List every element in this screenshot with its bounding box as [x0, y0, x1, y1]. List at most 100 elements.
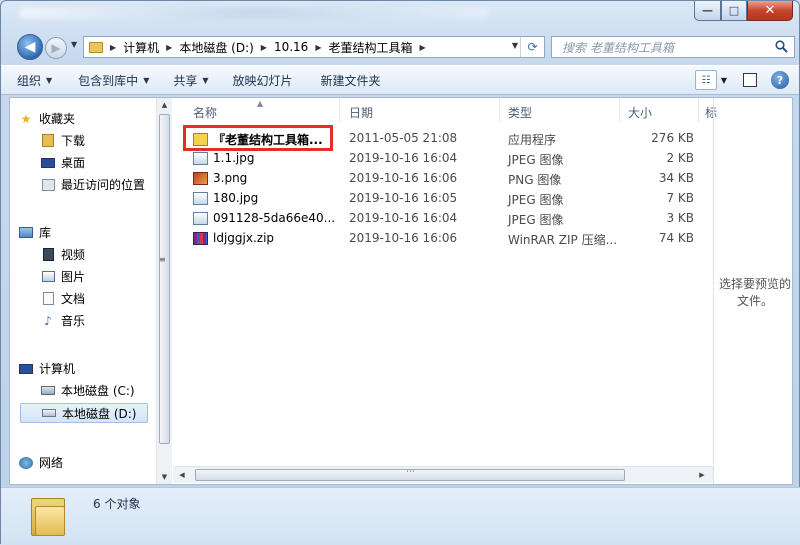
view-options-icon[interactable]: ☷: [695, 70, 717, 90]
file-name[interactable]: 091128-5da66e40...: [193, 211, 335, 225]
breadcrumb-drive-d[interactable]: 本地磁盘 (D:): [179, 39, 253, 56]
include-in-library-menu[interactable]: 包含到库中 ▼: [78, 72, 149, 89]
address-bar[interactable]: ▶ 计算机 ▶ 本地磁盘 (D:) ▶ 10.16 ▶ 老董结构工具箱 ▶ ▼ …: [83, 36, 545, 58]
file-size: 2 KB: [666, 151, 694, 165]
content-area: ★ 收藏夹 下载 桌面 最近访问的位置 库 视频 图片 文档 ♪ 音乐 计算机 …: [9, 97, 793, 485]
sidebar-item-music[interactable]: ♪ 音乐: [40, 312, 85, 329]
drive-icon: [41, 406, 57, 420]
desktop-icon: [40, 156, 56, 170]
sidebar-item-documents[interactable]: 文档: [40, 290, 85, 307]
highlight-box: [183, 125, 333, 151]
computer-icon: [18, 362, 34, 376]
documents-icon: [40, 292, 56, 306]
column-divider[interactable]: [698, 98, 699, 122]
item-count: 6 个对象: [93, 497, 141, 511]
navigation-bar: ◀ ▶ ▼ ▶ 计算机 ▶ 本地磁盘 (D:) ▶ 10.16 ▶ 老董结构工具…: [1, 31, 799, 63]
forward-button[interactable]: ▶: [45, 37, 67, 59]
breadcrumb-computer[interactable]: 计算机: [123, 39, 159, 56]
recent-places-icon: [40, 178, 56, 192]
back-button[interactable]: ◀: [17, 34, 43, 60]
star-icon: ★: [20, 111, 32, 126]
file-name[interactable]: ldjggjx.zip: [193, 231, 274, 245]
share-menu[interactable]: 共享 ▼: [173, 72, 208, 89]
column-date[interactable]: 日期: [349, 104, 373, 121]
file-row[interactable]: ldjggjx.zip 2019-10-16 16:06 WinRAR ZIP …: [173, 228, 713, 248]
column-divider[interactable]: [619, 98, 620, 122]
file-row[interactable]: 3.png 2019-10-16 16:06 PNG 图像 34 KB: [173, 168, 713, 188]
file-date: 2011-05-05 21:08: [349, 131, 458, 145]
scrollbar-grip: ⋯: [406, 467, 416, 477]
pictures-icon: [40, 270, 56, 284]
png-icon: [193, 171, 208, 185]
scrollbar-grip: ≡: [159, 255, 166, 264]
file-type: 应用程序: [508, 133, 557, 147]
organize-menu[interactable]: 组织 ▼: [17, 72, 52, 89]
recent-pages-dropdown[interactable]: ▼: [71, 40, 77, 49]
file-row[interactable]: 1.1.jpg 2019-10-16 16:04 JPEG 图像 2 KB: [173, 148, 713, 168]
horizontal-scrollbar[interactable]: ◀ ⋯ ▶: [173, 466, 713, 483]
sidebar-item-videos[interactable]: 视频: [40, 246, 85, 263]
sidebar-item-downloads[interactable]: 下载: [40, 132, 85, 149]
slideshow-button[interactable]: 放映幻灯片: [233, 72, 293, 89]
title-bar[interactable]: — □ ✕: [1, 1, 799, 29]
navigation-pane: ★ 收藏夹 下载 桌面 最近访问的位置 库 视频 图片 文档 ♪ 音乐 计算机 …: [10, 98, 156, 484]
sidebar-item-drive-d[interactable]: 本地磁盘 (D:): [20, 403, 148, 423]
breadcrumb-current-folder[interactable]: 老董结构工具箱: [328, 39, 412, 56]
new-folder-button[interactable]: 新建文件夹: [321, 72, 381, 89]
sidebar-item-drive-c[interactable]: 本地磁盘 (C:): [40, 382, 135, 399]
file-date: 2019-10-16 16:05: [349, 191, 458, 205]
refresh-icon[interactable]: ⟳: [520, 37, 544, 57]
scroll-right-arrow[interactable]: ▶: [695, 467, 709, 483]
sidebar-item-recent[interactable]: 最近访问的位置: [40, 176, 145, 193]
file-row[interactable]: 180.jpg 2019-10-16 16:05 JPEG 图像 7 KB: [173, 188, 713, 208]
zip-icon: [193, 231, 208, 245]
scrollbar-thumb[interactable]: ⋯: [195, 467, 625, 481]
scroll-down-arrow[interactable]: ▼: [157, 470, 172, 484]
search-icon[interactable]: [775, 40, 788, 56]
address-dropdown[interactable]: ▼: [512, 41, 518, 50]
chevron-right-icon[interactable]: ▶: [419, 43, 425, 52]
sidebar-item-network[interactable]: 网络: [18, 454, 63, 471]
sidebar-item-pictures[interactable]: 图片: [40, 268, 85, 285]
scroll-up-arrow[interactable]: ▲: [157, 98, 172, 112]
image-icon: [193, 191, 208, 205]
column-type[interactable]: 类型: [508, 104, 532, 121]
file-type: JPEG 图像: [508, 193, 564, 207]
column-divider[interactable]: [499, 98, 500, 122]
file-name[interactable]: 3.png: [193, 171, 247, 185]
file-date: 2019-10-16 16:06: [349, 171, 458, 185]
chevron-right-icon[interactable]: ▶: [315, 43, 321, 52]
scrollbar-thumb[interactable]: [159, 114, 170, 444]
column-divider[interactable]: [339, 98, 340, 122]
chevron-right-icon[interactable]: ▶: [261, 43, 267, 52]
preview-pane: 选择要预览的 文件。: [713, 98, 793, 484]
file-type: JPEG 图像: [508, 213, 564, 227]
search-input[interactable]: 搜索 老董结构工具箱: [551, 36, 795, 58]
sidebar-item-desktop[interactable]: 桌面: [40, 154, 85, 171]
sidebar-item-favorites[interactable]: ★ 收藏夹: [18, 110, 75, 127]
close-button[interactable]: ✕: [747, 1, 793, 21]
chevron-right-icon[interactable]: ▶: [110, 43, 116, 52]
music-icon: ♪: [44, 313, 52, 328]
file-name[interactable]: 180.jpg: [193, 191, 258, 205]
chevron-right-icon[interactable]: ▶: [166, 43, 172, 52]
sidebar-scrollbar[interactable]: ▲ ≡ ▼: [156, 98, 172, 484]
file-row[interactable]: 091128-5da66e40... 2019-10-16 16:04 JPEG…: [173, 208, 713, 228]
help-icon[interactable]: ?: [771, 71, 789, 89]
image-icon: [193, 211, 208, 225]
column-header: 名称 ▲ 日期 类型 大小 标: [173, 98, 717, 122]
maximize-button[interactable]: □: [721, 1, 747, 21]
sidebar-item-libraries[interactable]: 库: [18, 224, 51, 241]
minimize-button[interactable]: —: [694, 1, 721, 21]
scroll-left-arrow[interactable]: ◀: [175, 467, 189, 483]
file-name[interactable]: 1.1.jpg: [193, 151, 254, 165]
folder-icon: [89, 41, 103, 53]
sidebar-item-computer[interactable]: 计算机: [18, 360, 75, 377]
preview-pane-icon[interactable]: [743, 73, 757, 87]
network-icon: [18, 456, 34, 470]
view-dropdown[interactable]: ▼: [717, 70, 731, 90]
breadcrumb-folder-1016[interactable]: 10.16: [274, 40, 308, 54]
column-size[interactable]: 大小: [628, 104, 652, 121]
column-name[interactable]: 名称: [193, 104, 217, 121]
search-placeholder: 搜索 老董结构工具箱: [562, 40, 674, 55]
